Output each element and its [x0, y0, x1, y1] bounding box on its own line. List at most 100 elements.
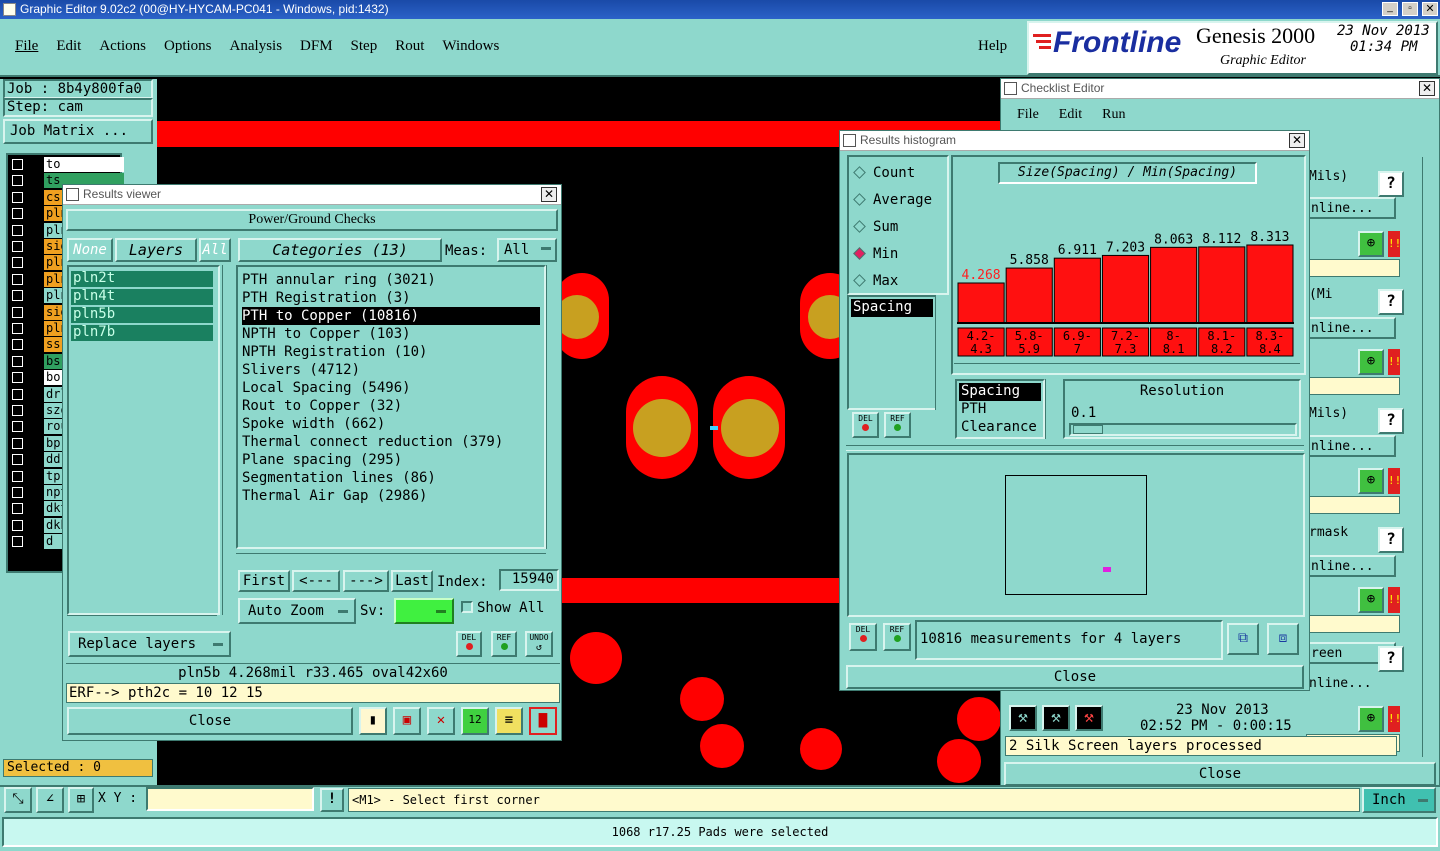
- mode-radio-sum[interactable]: Sum: [849, 215, 947, 242]
- auto-zoom-select[interactable]: Auto Zoom: [238, 598, 356, 624]
- histogram-bar[interactable]: [1150, 246, 1198, 324]
- report-icon[interactable]: ▮: [359, 707, 387, 735]
- layer-checkbox[interactable]: [12, 503, 23, 515]
- category-item[interactable]: Local Spacing (5496): [242, 379, 540, 397]
- stop-icon[interactable]: ⚒: [1075, 705, 1103, 731]
- menu-dfm[interactable]: DFM: [300, 38, 333, 55]
- layer-row[interactable]: to: [10, 157, 124, 172]
- histogram-bar[interactable]: [1053, 257, 1101, 324]
- checklist-close-x[interactable]: ✕: [1419, 81, 1435, 96]
- layer-checkbox[interactable]: [12, 257, 23, 269]
- xy-input[interactable]: [146, 787, 314, 811]
- histogram-bar[interactable]: [1005, 267, 1053, 324]
- del-button[interactable]: DEL: [456, 631, 482, 657]
- category-item[interactable]: NPTH Registration (10): [242, 343, 540, 361]
- field-list-2-scrollbar[interactable]: [1045, 379, 1057, 439]
- layer-checkbox[interactable]: [12, 454, 23, 466]
- category-item[interactable]: Thermal Air Gap (2986): [242, 487, 540, 505]
- field-list-1-scrollbar[interactable]: [935, 295, 947, 410]
- layer-checkbox[interactable]: [12, 323, 23, 334]
- histogram-bar[interactable]: [1246, 244, 1294, 324]
- histogram-divider[interactable]: [846, 445, 1304, 451]
- layers-button[interactable]: Layers: [115, 238, 197, 262]
- category-item[interactable]: Rout to Copper (32): [242, 397, 540, 415]
- severity-select[interactable]: [394, 598, 454, 624]
- zoom-to-selection-icon[interactable]: ⧉: [1227, 623, 1259, 655]
- notes-icon[interactable]: ≡: [495, 707, 523, 735]
- histogram-ref-button[interactable]: REF: [884, 412, 911, 438]
- menu-help[interactable]: Help: [978, 38, 1007, 55]
- category-item[interactable]: PTH to Copper (10816): [242, 307, 540, 325]
- layer-checkbox[interactable]: [12, 175, 23, 187]
- layer-checkbox[interactable]: [12, 470, 23, 482]
- field-item[interactable]: Spacing: [959, 383, 1041, 401]
- histogram-bar[interactable]: [1101, 254, 1150, 324]
- layer-checkbox[interactable]: [12, 355, 23, 367]
- alert-icon[interactable]: !: [320, 788, 344, 812]
- field-item[interactable]: PTH: [959, 401, 1041, 419]
- menu-analysis[interactable]: Analysis: [230, 38, 283, 55]
- results-viewer-close-x[interactable]: ✕: [541, 187, 557, 202]
- layer-checkbox[interactable]: [12, 159, 23, 170]
- menu-file[interactable]: File: [15, 38, 38, 55]
- checklist-menu-file[interactable]: File: [1017, 107, 1039, 123]
- layer-hscrollbar[interactable]: [67, 615, 217, 627]
- category-scrollbar[interactable]: [546, 265, 558, 549]
- layer-checkbox[interactable]: [12, 372, 23, 384]
- show-all-checkbox[interactable]: [461, 601, 473, 613]
- first-button[interactable]: First: [238, 570, 290, 592]
- histogram-close-button[interactable]: Close: [846, 665, 1304, 689]
- help-icon[interactable]: ?: [1378, 646, 1404, 672]
- clear-icon[interactable]: ✕: [427, 707, 455, 735]
- help-icon[interactable]: ?: [1378, 289, 1404, 315]
- category-item[interactable]: Plane spacing (295): [242, 451, 540, 469]
- results-viewer-close-button[interactable]: Close: [67, 707, 353, 735]
- checklist-action-button[interactable]: nline...: [1306, 555, 1396, 577]
- layer-checkbox[interactable]: [12, 224, 23, 236]
- sort-icon[interactable]: 12: [461, 707, 489, 735]
- slider-thumb[interactable]: [1073, 425, 1103, 434]
- index-input[interactable]: 15940: [499, 569, 559, 591]
- histogram-ref-button-2[interactable]: REF: [883, 623, 911, 651]
- minimize-button[interactable]: _: [1382, 2, 1398, 16]
- histogram-del-button[interactable]: DEL: [852, 412, 879, 438]
- meas-select[interactable]: All: [497, 238, 557, 262]
- zoom-icon[interactable]: ⊕: [1358, 468, 1384, 494]
- layer-checkbox[interactable]: [12, 290, 23, 302]
- field-list-2[interactable]: Spacing PTH Clearance: [955, 379, 1045, 439]
- zoom-icon[interactable]: ⊕: [1358, 706, 1384, 732]
- last-button[interactable]: Last: [391, 570, 433, 592]
- result-layer-item[interactable]: pln7b: [71, 325, 213, 341]
- histogram-del-button-2[interactable]: DEL: [849, 623, 877, 651]
- menu-rout[interactable]: Rout: [395, 38, 424, 55]
- layer-checkbox[interactable]: [12, 437, 23, 449]
- print-icon[interactable]: ▣: [393, 707, 421, 735]
- mode-radio-min[interactable]: Min: [849, 242, 947, 269]
- checklist-menu-edit[interactable]: Edit: [1059, 107, 1082, 123]
- histogram-close-x[interactable]: ✕: [1289, 133, 1305, 148]
- menu-edit[interactable]: Edit: [56, 38, 81, 55]
- checklist-menu-run[interactable]: Run: [1102, 107, 1125, 123]
- resolution-slider[interactable]: [1069, 423, 1297, 436]
- field-item[interactable]: Clearance: [959, 419, 1041, 437]
- checklist-close-button[interactable]: Close: [1004, 762, 1436, 786]
- checklist-action-name[interactable]: nline...: [1306, 674, 1372, 696]
- mode-radio-average[interactable]: Average: [849, 188, 947, 215]
- layer-checkbox[interactable]: [12, 536, 23, 548]
- run-icon[interactable]: ⚒: [1009, 705, 1037, 731]
- run-all-icon[interactable]: ⚒: [1042, 705, 1070, 731]
- help-icon[interactable]: ?: [1378, 171, 1404, 197]
- layer-checkbox[interactable]: [12, 421, 23, 433]
- replace-layers-select[interactable]: Replace layers: [68, 631, 231, 657]
- layers-none-button[interactable]: None: [67, 238, 113, 262]
- checklist-action-name[interactable]: Mils): [1306, 404, 1372, 426]
- layer-checkbox[interactable]: [12, 487, 23, 498]
- result-layer-item[interactable]: pln5b: [71, 307, 213, 323]
- help-icon[interactable]: ?: [1378, 527, 1404, 553]
- menu-actions[interactable]: Actions: [99, 38, 146, 55]
- units-select[interactable]: Inch: [1362, 787, 1436, 813]
- checklist-action-name[interactable]: Mils): [1306, 167, 1372, 189]
- zoom-to-all-icon[interactable]: ⧈: [1267, 623, 1299, 655]
- job-matrix-button[interactable]: Job Matrix ...: [3, 119, 153, 144]
- result-layer-item[interactable]: pln2t: [71, 271, 213, 287]
